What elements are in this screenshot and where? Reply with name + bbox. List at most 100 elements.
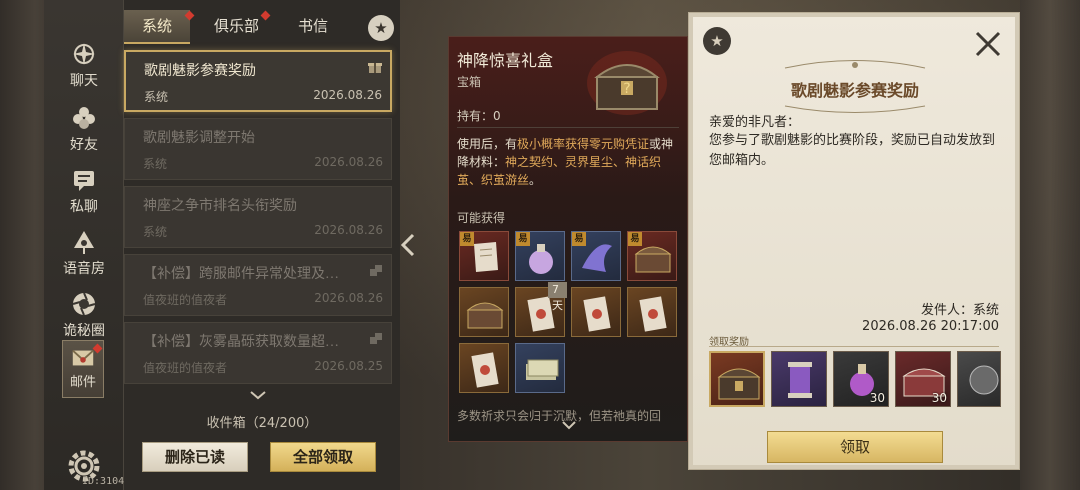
desc-highlight: 极小概率获得零元购凭证 <box>517 137 650 151</box>
compass-icon <box>73 43 95 65</box>
loot-slot[interactable] <box>571 287 621 337</box>
mail-item[interactable]: 歌剧魅影参赛奖励 系统 2026.08.26 <box>124 50 392 112</box>
mail-title: 【补偿】灰雾晶砾获取数量超… <box>143 335 339 350</box>
svg-text:?: ? <box>623 81 630 97</box>
mail-date: 2026.08.26 <box>314 155 383 169</box>
item-description: 使用后，有极小概率获得零元购凭证或神降材料：神之契约、灵界星尘、神话织茧、织茧游… <box>457 135 683 189</box>
ornament-divider <box>784 60 926 69</box>
mail-title: 歌剧魅影参赛奖励 <box>144 64 256 79</box>
nav-label: 聊天 <box>70 74 98 89</box>
tab-system[interactable]: 系统 <box>124 10 190 44</box>
letter-time: 2026.08.26 20:17:00 <box>862 319 999 334</box>
reward-quantity: 30 <box>931 391 947 405</box>
loot-slot[interactable]: 易 <box>459 231 509 281</box>
voucher-icon <box>639 296 667 332</box>
letter-greeting: 亲爱的非凡者： <box>709 115 801 130</box>
nav-item-friends[interactable]: 好友 <box>44 98 124 162</box>
loot-slot[interactable] <box>459 343 509 393</box>
mail-item[interactable]: 神座之争市排名头衔奖励 系统 2026.08.26 <box>124 186 392 248</box>
reward-slot[interactable]: 30 <box>895 351 951 407</box>
mail-sender: 系统 <box>143 157 168 171</box>
mail-sender: 值夜班的值夜者 <box>143 293 228 307</box>
loot-slot[interactable] <box>515 343 565 393</box>
mail-sender: 系统 <box>144 90 169 104</box>
tradable-tag: 易 <box>572 232 586 246</box>
nav-item-voice-room[interactable]: 语音房 <box>44 222 124 286</box>
mail-sender: 系统 <box>143 225 168 239</box>
chat-bubble-icon <box>74 171 94 191</box>
reward-slot[interactable]: 30 <box>833 351 889 407</box>
nav-label: 好友 <box>70 138 98 153</box>
mail-item[interactable]: 歌剧魅影调整开始 系统 2026.08.26 <box>124 118 392 180</box>
mail-title: 歌剧魅影调整开始 <box>143 131 255 146</box>
star-icon[interactable]: ★ <box>368 15 394 41</box>
attachment-icon <box>370 333 382 344</box>
mail-item[interactable]: 【补偿】灰雾晶砾获取数量超… 值夜班的值夜者 2026.08.25 <box>124 322 392 384</box>
loot-slot[interactable] <box>459 287 509 337</box>
desc-text: 。 <box>529 173 542 187</box>
item-type: 宝箱 <box>457 75 482 89</box>
tradable-tag: 易 <box>516 232 530 246</box>
tab-club[interactable]: 俱乐部 <box>214 10 259 44</box>
treasure-chest-icon: ? <box>587 51 667 115</box>
notification-dot <box>260 10 271 21</box>
duration-tag: 7天 <box>548 282 567 312</box>
delete-read-button[interactable]: 删除已读 <box>142 442 248 472</box>
reward-quantity: 30 <box>869 391 885 405</box>
chevron-down-icon[interactable] <box>561 419 577 431</box>
tab-letters[interactable]: 书信 <box>298 10 328 44</box>
item-owned-count: 持有：0 <box>457 109 501 123</box>
mail-date: 2026.08.25 <box>314 359 383 373</box>
chevron-down-icon[interactable] <box>248 388 268 402</box>
nav-label: 语音房 <box>63 262 105 277</box>
star-icon[interactable]: ★ <box>703 27 731 55</box>
aperture-icon <box>72 292 96 316</box>
microphone-icon <box>74 231 94 254</box>
gear-token-icon <box>969 365 999 395</box>
chest-icon <box>466 302 504 329</box>
cash-stack-icon <box>526 359 559 380</box>
nav-item-chat[interactable]: 聊天 <box>44 34 124 98</box>
loot-slot[interactable]: 易 <box>515 231 565 281</box>
item-flavor-text: 多数祈求只会归于沉默，但若祂真的回 <box>457 409 662 423</box>
may-obtain-label: 可能获得 <box>457 211 506 225</box>
letter-panel: ★ 歌剧魅影参赛奖励 亲爱的非凡者： 您参与了歌剧魅影的比赛阶段，奖励已自动发放… <box>688 12 1020 470</box>
reward-slot[interactable] <box>771 351 827 407</box>
nav-label: 私聊 <box>70 200 98 215</box>
item-title: 神降惊喜礼盒 <box>457 53 554 70</box>
mail-date: 2026.08.26 <box>314 291 383 305</box>
loot-slot[interactable]: 7天 <box>515 282 567 337</box>
loot-slot[interactable]: 易 <box>571 231 621 281</box>
left-navigation: 聊天 好友 私聊 语音房 诡秘圈 邮件 <box>44 0 124 490</box>
divider <box>457 127 679 128</box>
flower-icon <box>73 107 95 129</box>
divider <box>709 346 999 347</box>
letter-body: 您参与了歌剧魅影的比赛阶段，奖励已自动发放到您邮箱内。 <box>709 133 996 168</box>
voucher-icon <box>583 296 611 332</box>
tradable-tag: 易 <box>460 232 474 246</box>
mail-date: 2026.08.26 <box>314 223 383 237</box>
nav-item-private-chat[interactable]: 私聊 <box>44 160 124 224</box>
tradable-tag: 易 <box>628 232 642 246</box>
close-icon[interactable] <box>973 29 1003 59</box>
chevron-left-icon[interactable] <box>398 232 418 258</box>
nav-item-mail[interactable]: 邮件 <box>62 340 104 398</box>
claim-button[interactable]: 领取 <box>767 431 943 463</box>
voucher-icon <box>471 352 499 388</box>
mail-list-panel: 系统 俱乐部 书信 ★ 歌剧魅影参赛奖励 系统 2026.08.26 歌剧魅影调… <box>124 0 400 490</box>
nav-label: 诡秘圈 <box>63 324 105 339</box>
inbox-count: 收件箱（24/200） <box>206 416 318 431</box>
reward-slot[interactable] <box>957 351 1001 407</box>
mail-item[interactable]: 【补偿】跨服邮件异常处理及… 值夜班的值夜者 2026.08.26 <box>124 254 392 316</box>
reward-slot[interactable] <box>709 351 765 407</box>
desc-text: 使用后，有 <box>457 137 518 151</box>
loot-slot[interactable]: 易 <box>627 231 677 281</box>
loot-slot[interactable] <box>627 287 677 337</box>
attachment-icon <box>370 265 382 276</box>
mail-title: 神座之争市排名头衔奖励 <box>143 199 297 214</box>
nav-item-mystery-circle[interactable]: 诡秘圈 <box>44 284 124 348</box>
treasure-chest-icon <box>717 368 761 400</box>
mail-title: 【补偿】跨服邮件异常处理及… <box>143 267 339 282</box>
gift-icon <box>368 63 382 73</box>
claim-all-button[interactable]: 全部领取 <box>270 442 376 472</box>
